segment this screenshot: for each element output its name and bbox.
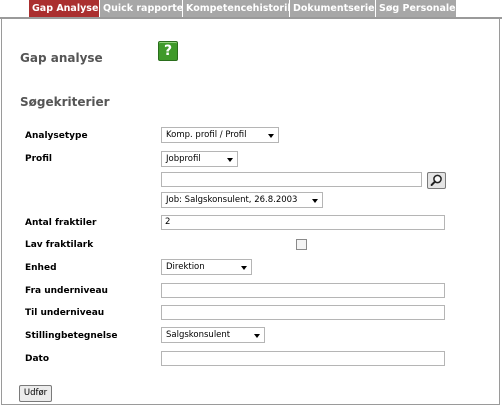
profil-type-select[interactable]: Jobprofil — [161, 151, 238, 167]
profil-job-select[interactable]: Job: Salgskonsulent, 26.8.2003 — [161, 192, 323, 208]
stillingbetegnelse-select[interactable]: Salgskonsulent — [161, 327, 265, 343]
tab-quick-rapporter[interactable]: Quick rapporter — [100, 0, 182, 17]
magnifier-icon — [430, 174, 442, 186]
tab-bar-underline — [0, 17, 502, 19]
profil-type-value: Jobprofil — [166, 154, 201, 164]
enhed-label: Enhed — [25, 263, 57, 273]
tab-dokumentserier[interactable]: Dokumentserier — [290, 0, 375, 17]
profil-label: Profil — [25, 154, 52, 164]
enhed-select[interactable]: Direktion — [161, 259, 252, 275]
tab-soeg-personale[interactable]: Søg Personale — [376, 0, 456, 17]
profil-job-value: Job: Salgskonsulent, 26.8.2003 — [166, 195, 298, 205]
chevron-down-icon — [254, 334, 260, 338]
tab-bar: Gap Analyse Quick rapporter Kompetencehi… — [0, 0, 502, 19]
stillingbetegnelse-value: Salgskonsulent — [166, 330, 231, 340]
page-title: Gap analyse — [20, 51, 103, 65]
chevron-down-icon — [241, 266, 247, 270]
analysetype-value: Komp. profil / Profil — [166, 130, 247, 140]
tab-gap-analyse[interactable]: Gap Analyse — [29, 0, 99, 17]
fra-underniveau-label: Fra underniveau — [25, 286, 108, 296]
udfoer-button[interactable]: Udfør — [19, 385, 52, 402]
lav-fraktilark-label: Lav fraktilark — [25, 240, 94, 250]
dato-input[interactable] — [161, 351, 445, 366]
dato-label: Dato — [25, 354, 50, 364]
tab-kompetencehistorik[interactable]: Kompetencehistorik — [183, 0, 289, 17]
lav-fraktilark-checkbox[interactable] — [296, 239, 307, 250]
chevron-down-icon — [227, 158, 233, 162]
profil-search-input[interactable] — [161, 172, 422, 187]
antal-fraktiler-input[interactable]: 2 — [161, 215, 445, 230]
analysetype-label: Analysetype — [25, 131, 88, 141]
til-underniveau-input[interactable] — [161, 305, 445, 320]
fra-underniveau-input[interactable] — [161, 283, 445, 298]
stillingbetegnelse-label: Stillingbetegnelse — [25, 331, 118, 341]
chevron-down-icon — [312, 199, 318, 203]
section-title: Søgekriterier — [20, 95, 110, 109]
enhed-value: Direktion — [166, 262, 205, 272]
help-button[interactable]: ? — [158, 41, 178, 61]
chevron-down-icon — [268, 134, 274, 138]
til-underniveau-label: Til underniveau — [25, 308, 105, 318]
profil-search-button[interactable] — [427, 172, 446, 189]
analysetype-select[interactable]: Komp. profil / Profil — [161, 127, 279, 143]
antal-fraktiler-label: Antal fraktiler — [25, 218, 97, 228]
